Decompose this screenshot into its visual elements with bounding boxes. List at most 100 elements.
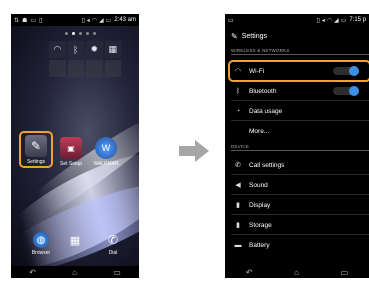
phone-icon: ✆	[235, 162, 241, 169]
dial-label: Dial	[108, 250, 118, 256]
settings-item-battery[interactable]: ▬ Battery	[225, 235, 369, 255]
speaker-icon: ◀	[235, 182, 241, 189]
widget-tile[interactable]	[67, 60, 84, 77]
walkman-app-label: WALKMAN	[93, 161, 119, 167]
back-icon[interactable]: ↶	[29, 268, 36, 277]
nfc-icon: ◂	[86, 17, 90, 24]
setup-app-shortcut[interactable]: ▣ Set Setup	[58, 137, 84, 167]
data-toggle-tile[interactable]: ▦	[104, 41, 121, 58]
status-clock: 7:15 p	[349, 17, 366, 23]
widget-tile[interactable]	[104, 60, 121, 77]
setup-icon: ▣	[60, 137, 82, 159]
display-icon: ▮	[236, 202, 240, 209]
android-icon: ☗	[22, 17, 28, 24]
recent-apps-icon[interactable]: ▭	[341, 268, 349, 277]
recent-apps-icon[interactable]: ▭	[113, 268, 121, 277]
settings-item-label: Bluetooth	[249, 87, 277, 95]
settings-item-bluetooth[interactable]: ᛒ Bluetooth	[225, 81, 369, 101]
notification-icons: ⇅ ☗ ▭ ▯	[14, 17, 42, 24]
bluetooth-toggle[interactable]	[333, 86, 359, 96]
widget-tile[interactable]	[86, 60, 103, 77]
walkman-app-shortcut[interactable]: W WALKMAN	[93, 137, 119, 167]
walkman-icon: W	[95, 137, 117, 159]
storage-icon: ▮	[236, 222, 240, 229]
settings-highlight	[19, 131, 53, 168]
settings-item-label: Storage	[249, 221, 272, 229]
home-screen-phone: ⇅ ☗ ▭ ▯ ▯ ◂ ◠ ◢ ▭ 2:43 am ◠ ᛒ ✹ ▦ ✎ Sett…	[11, 14, 139, 278]
settings-item-label: Data usage	[249, 107, 283, 115]
brightness-toggle-tile[interactable]: ✹	[86, 41, 103, 58]
settings-item-label: Battery	[249, 241, 270, 249]
signal-icon: ◢	[334, 17, 339, 24]
page-title: Settings	[241, 32, 267, 40]
page-dot	[93, 32, 96, 35]
wifi-status-icon: ◠	[326, 17, 333, 24]
bluetooth-icon: ᛒ	[73, 44, 79, 55]
bluetooth-icon: ᛒ	[235, 87, 241, 95]
system-icons: ▯ ◂ ◠ ◢ ▭	[81, 17, 111, 24]
home-icon[interactable]: ⌂	[294, 268, 299, 277]
wifi-highlight	[228, 60, 369, 82]
page-dot	[86, 32, 89, 35]
page-dot	[79, 32, 82, 35]
wifi-toggle-tile[interactable]: ◠	[49, 41, 66, 58]
section-divider	[231, 150, 369, 151]
battery-icon: ▭	[105, 17, 112, 24]
navigation-bar: ↶ ⌂ ▭	[225, 266, 369, 278]
navigation-bar: ↶ ⌂ ▭	[11, 266, 139, 278]
browser-globe-icon: ◍	[33, 232, 49, 248]
settings-item-display[interactable]: ▮ Display	[225, 195, 369, 215]
phone-icon: ✆	[107, 233, 119, 247]
settings-title-bar: ✎ Settings	[225, 28, 369, 44]
usb-icon: ⇅	[14, 17, 20, 24]
sd-icon: ▯	[39, 17, 43, 24]
settings-item-label: Call settings	[249, 161, 285, 169]
battery-icon: ▬	[234, 241, 242, 249]
settings-item-data-usage[interactable]: ◔ Data usage	[225, 101, 369, 121]
image-icon: ▭	[228, 17, 234, 24]
settings-item-more[interactable]: More...	[225, 121, 369, 141]
page-indicator	[65, 32, 96, 35]
settings-item-label: Sound	[249, 181, 268, 189]
brightness-icon: ✹	[90, 44, 99, 54]
vibrate-icon: ▯	[81, 17, 85, 24]
settings-item-sound[interactable]: ◀ Sound	[225, 175, 369, 195]
status-bar: ⇅ ☗ ▭ ▯ ▯ ◂ ◠ ◢ ▭ 2:43 am	[11, 14, 139, 26]
data-icon: ▦	[108, 44, 117, 54]
settings-item-call-settings[interactable]: ✆ Call settings	[225, 155, 369, 175]
back-icon[interactable]: ↶	[246, 268, 253, 277]
browser-dock-item[interactable]: ◍ Browser	[26, 232, 56, 256]
wifi-icon: ◠	[53, 44, 62, 54]
widget-tile[interactable]	[49, 60, 66, 77]
section-header-wireless: WIRELESS & NETWORKS	[231, 48, 290, 53]
app-grid-icon: ▦	[69, 234, 81, 247]
status-clock: 2:43 am	[114, 17, 136, 23]
signal-icon: ◢	[99, 17, 104, 24]
quick-settings-widget: ◠ ᛒ ✹ ▦	[49, 41, 121, 77]
toggle-knob	[349, 86, 359, 96]
setup-app-label: Set Setup	[60, 161, 82, 167]
settings-item-label: More...	[249, 127, 270, 135]
nfc-icon: ◂	[321, 17, 325, 24]
section-divider	[231, 54, 369, 55]
app-dock: ◍ Browser ▦ ✆ Dial	[11, 230, 139, 258]
image-icon: ▭	[30, 17, 37, 24]
app-drawer-button[interactable]: ▦	[60, 232, 90, 248]
settings-item-label: Display	[249, 201, 271, 209]
vibrate-icon: ▯	[316, 17, 320, 24]
browser-label: Browser	[31, 250, 51, 256]
page-dot-active	[72, 32, 75, 35]
settings-wrench-icon: ✎	[231, 31, 238, 41]
wifi-status-icon: ◠	[91, 17, 98, 24]
settings-item-storage[interactable]: ▮ Storage	[225, 215, 369, 235]
settings-screen-phone: ▭ ▯ ◂ ◠ ◢ ▭ 7:15 p ✎ Settings WIRELESS &…	[225, 14, 369, 278]
status-bar: ▭ ▯ ◂ ◠ ◢ ▭ 7:15 p	[225, 14, 369, 26]
battery-icon: ▭	[340, 17, 347, 24]
page-dot	[65, 32, 68, 35]
data-usage-icon: ◔	[235, 107, 241, 115]
step-arrow-icon	[179, 140, 209, 162]
system-icons: ▯ ◂ ◠ ◢ ▭	[316, 17, 346, 24]
home-icon[interactable]: ⌂	[72, 268, 77, 277]
dial-dock-item[interactable]: ✆ Dial	[98, 232, 128, 256]
bluetooth-toggle-tile[interactable]: ᛒ	[67, 41, 84, 58]
